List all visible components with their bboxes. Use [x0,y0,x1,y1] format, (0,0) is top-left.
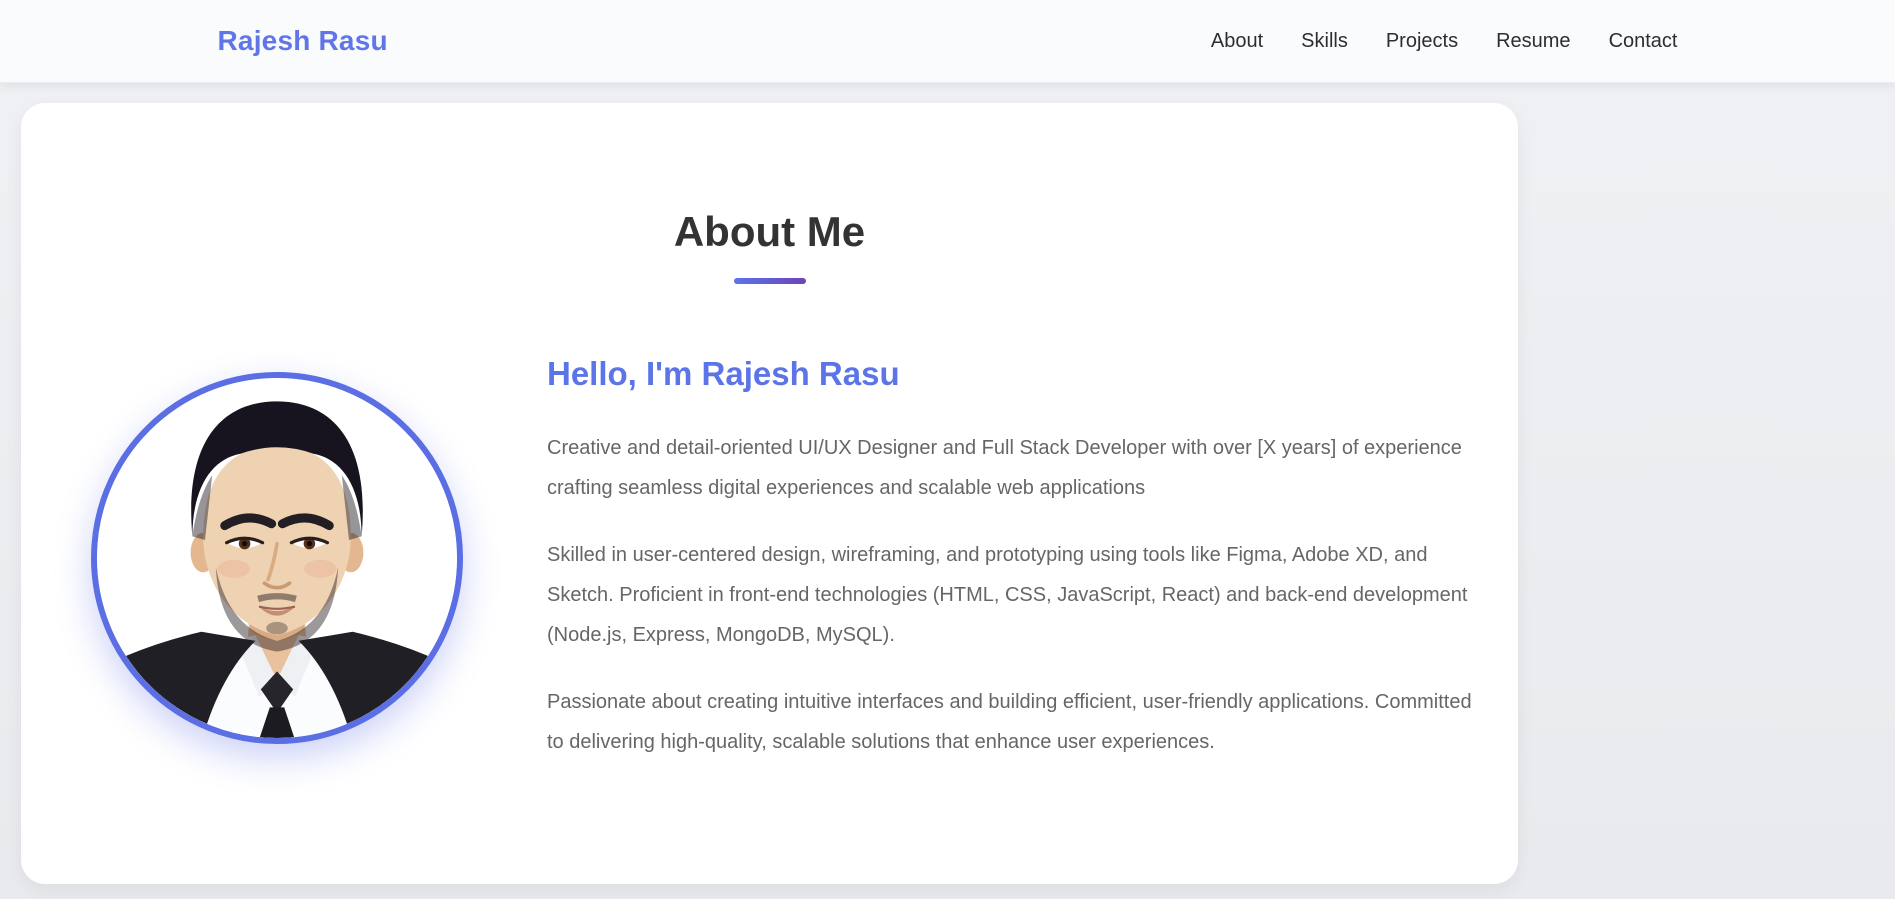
brand-logo[interactable]: Rajesh Rasu [218,25,388,57]
about-text-column: Hello, I'm Rajesh Rasu Creative and deta… [547,354,1482,762]
navbar-container: Rajesh Rasu About Skills Projects Resume… [218,0,1678,82]
title-underline-accent [733,278,806,285]
page: Rajesh Rasu About Skills Projects Resume… [0,0,1895,899]
about-paragraph-passion: Passionate about creating intuitive inte… [547,690,1472,753]
section-title: About Me [673,208,866,255]
nav-link-skills[interactable]: Skills [1301,30,1348,52]
about-content-row: Hello, I'm Rajesh Rasu Creative and deta… [21,354,1518,762]
about-paragraph-skills: Skilled in user-centered design, wirefra… [547,543,1468,646]
nav-link-about[interactable]: About [1211,30,1263,52]
navbar: Rajesh Rasu About Skills Projects Resume… [0,0,1895,83]
main-content: About Me Hello, I'm Rajesh Rasu Creative… [0,103,1895,884]
about-section-card: About Me Hello, I'm Rajesh Rasu Creative… [21,103,1518,884]
profile-photo-image [97,378,457,739]
about-paragraph-intro: Creative and detail-oriented UI/UX Desig… [547,436,1462,499]
profile-photo [91,372,463,745]
nav-link-contact[interactable]: Contact [1609,30,1678,52]
greeting-heading: Hello, I'm Rajesh Rasu [547,355,900,393]
nav-link-resume[interactable]: Resume [1496,30,1570,52]
nav-links: About Skills Projects Resume Contact [1211,30,1678,53]
nav-link-projects[interactable]: Projects [1386,30,1458,52]
